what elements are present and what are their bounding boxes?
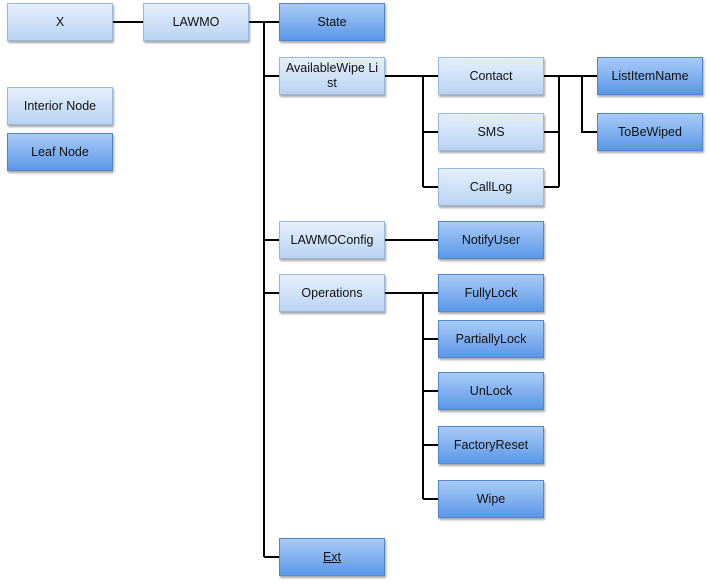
node-x: X — [7, 3, 113, 41]
node-wipe: Wipe — [438, 480, 544, 518]
legend-interior-node: Interior Node — [7, 87, 113, 125]
connector — [249, 21, 279, 558]
connector — [544, 75, 597, 188]
node-fullylock: FullyLock — [438, 274, 544, 312]
node-partiallylock: PartiallyLock — [438, 320, 544, 358]
node-ext: Ext — [279, 538, 385, 576]
connector — [385, 75, 438, 188]
node-tobewiped: ToBeWiped — [597, 113, 703, 151]
node-listitemname: ListItemName — [597, 57, 703, 95]
node-lawmoconfig: LAWMOConfig — [279, 221, 385, 259]
legend-leaf-node: Leaf Node — [7, 133, 113, 171]
node-availablewipelist: AvailableWipe List — [279, 57, 385, 95]
node-calllog: CallLog — [438, 168, 544, 206]
node-sms: SMS — [438, 113, 544, 151]
node-unlock: UnLock — [438, 372, 544, 410]
node-factoryreset: FactoryReset — [438, 426, 544, 464]
node-notifyuser: NotifyUser — [438, 221, 544, 259]
node-operations: Operations — [279, 274, 385, 312]
node-state: State — [279, 3, 385, 41]
node-lawmo: LAWMO — [143, 3, 249, 41]
node-contact: Contact — [438, 57, 544, 95]
connector — [385, 292, 438, 500]
